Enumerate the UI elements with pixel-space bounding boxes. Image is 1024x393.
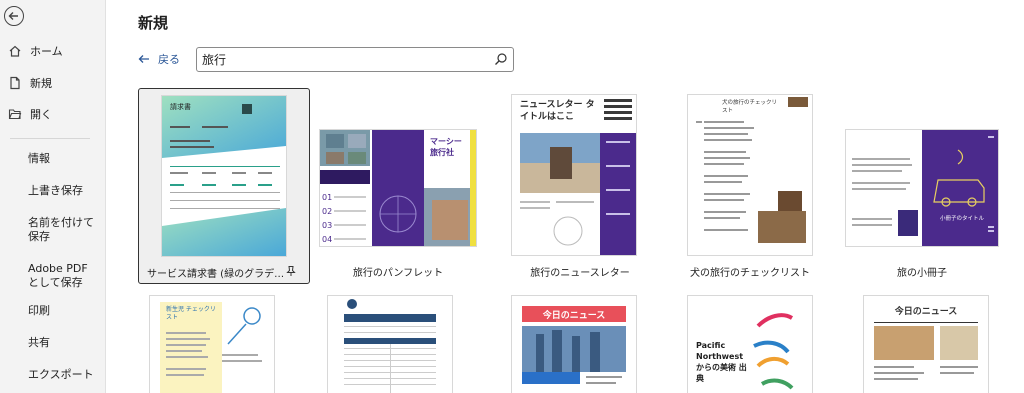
sidebar-item-print[interactable]: 印刷: [28, 304, 100, 318]
template-card-todays-news-2[interactable]: 今日のニュース: [864, 296, 988, 393]
sidebar-item-label: 開く: [30, 108, 52, 121]
template-card-dog-checklist[interactable]: 犬の旅行のチェックリスト 犬の旅行のチェックリスト: [670, 88, 830, 284]
template-caption: サービス請求書 (緑のグラデ…: [147, 269, 285, 280]
svg-text:04: 04: [322, 235, 332, 244]
template-thumbnail: 小冊子のタイトル: [846, 130, 998, 246]
sidebar-item-open[interactable]: 開く: [0, 101, 106, 127]
sidebar-item-save[interactable]: 上書き保存: [28, 184, 100, 198]
template-card-art-sources[interactable]: Pacific Northwest からの美術 出典: [688, 296, 812, 393]
new-document-icon: [8, 76, 22, 90]
booklet-thumbnail-art: [846, 130, 998, 246]
template-thumbnail: 今日のニュース: [864, 296, 988, 393]
back-arrow-icon[interactable]: [4, 6, 24, 26]
template-thumbnail: 01 02 03 04 マーシー旅行社: [320, 130, 476, 246]
arrow-left-icon: [138, 55, 149, 63]
folder-open-icon: [8, 107, 22, 121]
thumb-newsletter-title: ニュースレター タイトルはここ: [520, 100, 595, 122]
svg-text:02: 02: [322, 207, 332, 216]
template-card-newsletter[interactable]: ニュースレター タイトルはここ 旅行のニュースレター: [500, 88, 660, 284]
svg-text:01: 01: [322, 193, 332, 202]
sidebar-item-export[interactable]: エクスポート: [28, 368, 100, 382]
sidebar-item-share[interactable]: 共有: [28, 336, 100, 350]
template-caption: 旅の小冊子: [897, 268, 947, 279]
sidebar-item-save-as-pdf[interactable]: Adobe PDF として保存: [28, 262, 100, 290]
sidebar-item-label: ホーム: [30, 45, 63, 58]
backstage-sidebar: ホーム 新規 開く 情報 上書き保存 名前を付けて保存 Adobe PDF とし…: [0, 0, 106, 393]
template-card-invoice[interactable]: 請求書 サービス請求書 (緑のグラデ…: [138, 88, 310, 284]
template-thumbnail: 犬の旅行のチェックリスト: [688, 95, 812, 255]
thumb-checklist-title: 犬の旅行のチェックリスト: [722, 100, 778, 114]
thumb-news2-title: 今日のニュース: [894, 307, 958, 317]
sidebar-item-home[interactable]: ホーム: [0, 38, 106, 64]
template-card-travel-booklet[interactable]: 小冊子のタイトル 旅の小冊子: [842, 96, 1002, 284]
template-card-newborn-checklist[interactable]: 新生児 チェックリスト: [150, 296, 274, 393]
invoice-thumbnail-art: [162, 96, 286, 256]
template-caption: 旅行のパンフレット: [352, 268, 444, 279]
template-thumbnail: [328, 296, 452, 393]
thumb-booklet-title: 小冊子のタイトル: [940, 216, 985, 222]
sidebar-item-new[interactable]: 新規: [0, 70, 106, 96]
thumb-news-title: 今日のニュース: [542, 311, 606, 321]
template-thumbnail: ニュースレター タイトルはここ: [512, 95, 636, 255]
thumb-brochure-title: マーシー旅行社: [430, 137, 462, 157]
pin-icon[interactable]: [285, 265, 297, 277]
search-input[interactable]: [202, 51, 482, 68]
sidebar-divider: [10, 138, 90, 139]
back-label: 戻る: [158, 53, 180, 66]
svg-text:03: 03: [322, 221, 332, 230]
template-search[interactable]: [196, 47, 514, 72]
sidebar-item-label: 新規: [30, 77, 52, 90]
checklist-thumbnail-art: [688, 95, 812, 243]
thumb-art-title: Pacific Northwest からの美術 出典: [696, 341, 747, 383]
template-thumbnail: Pacific Northwest からの美術 出典: [688, 296, 812, 393]
template-caption: 旅行のニュースレター: [530, 268, 630, 279]
template-thumbnail: 請求書: [162, 96, 286, 256]
template-card-todays-news[interactable]: 今日のニュース: [512, 296, 636, 393]
home-icon: [8, 44, 22, 58]
sidebar-item-info[interactable]: 情報: [28, 152, 100, 166]
sidebar-item-save-as[interactable]: 名前を付けて保存: [28, 216, 100, 244]
template-thumbnail: 今日のニュース: [512, 296, 636, 393]
template-caption: 犬の旅行のチェックリスト: [690, 268, 810, 279]
template-card-brochure[interactable]: 01 02 03 04 マーシー旅行社 旅行のパンフレット: [318, 96, 478, 284]
itinerary-thumbnail-art: [328, 296, 452, 393]
thumb-newborn-title: 新生児 チェックリスト: [166, 306, 216, 321]
page-title: 新規: [138, 14, 169, 32]
search-icon[interactable]: [494, 52, 508, 66]
back-button[interactable]: 戻る: [138, 51, 180, 67]
thumb-invoice-title: 請求書: [170, 103, 191, 111]
template-card-itinerary[interactable]: [328, 296, 452, 393]
template-thumbnail: 新生児 チェックリスト: [150, 296, 274, 393]
